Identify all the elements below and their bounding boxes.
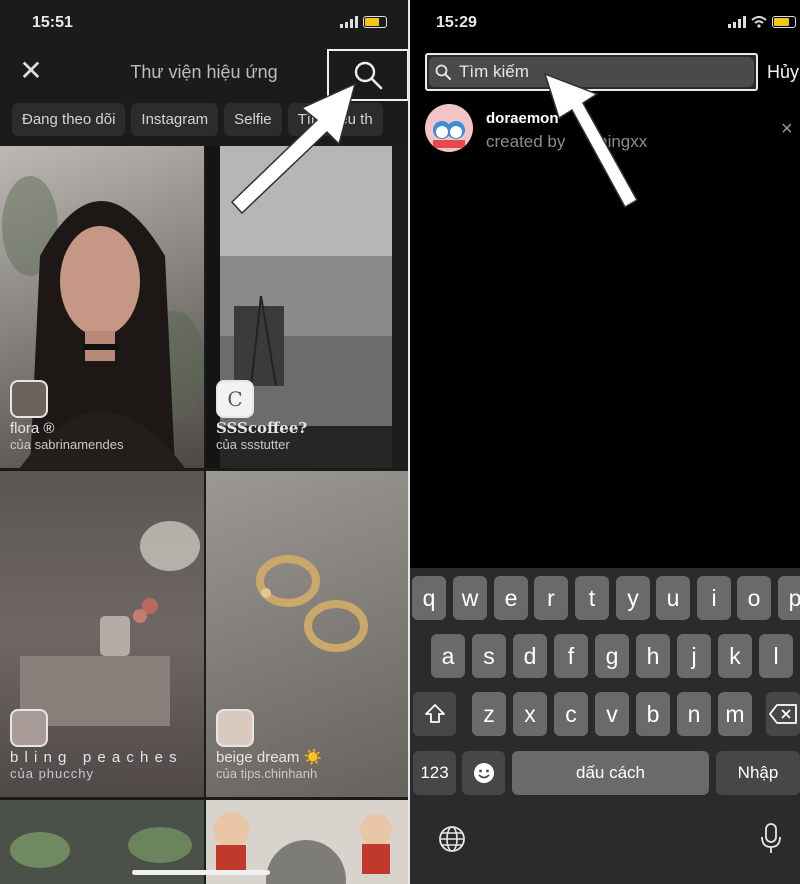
key-b[interactable]: b: [636, 692, 670, 736]
emoji-key[interactable]: [462, 751, 505, 795]
key-f[interactable]: f: [554, 634, 588, 678]
chip-instagram[interactable]: Instagram: [131, 103, 219, 136]
effect-author: của ssstutter: [216, 437, 290, 452]
space-key[interactable]: dấu cách: [512, 751, 709, 795]
key-h[interactable]: h: [636, 634, 670, 678]
key-z[interactable]: z: [472, 692, 506, 736]
effect-name: SSScoffee?: [216, 419, 308, 437]
signal-icon: [728, 16, 746, 28]
effect-name: beige dream ☀️: [216, 749, 323, 766]
effect-tile-flora[interactable]: flora ® của sabrinamendes: [0, 146, 204, 468]
effect-author: của tips.chinhanh: [216, 766, 318, 781]
key-e[interactable]: e: [494, 576, 528, 620]
pointer-arrow-icon: [230, 82, 357, 215]
search-icon: [435, 64, 451, 80]
key-l[interactable]: l: [759, 634, 793, 678]
backspace-icon: [769, 704, 797, 724]
shift-key[interactable]: [413, 692, 456, 736]
effect-name: b l i n g p e a c h e s: [10, 749, 178, 766]
key-v[interactable]: v: [595, 692, 629, 736]
numbers-key[interactable]: 123: [413, 751, 456, 795]
key-t[interactable]: t: [575, 576, 609, 620]
key-c[interactable]: c: [554, 692, 588, 736]
status-icons: [728, 16, 796, 28]
wifi-icon: [751, 16, 767, 28]
home-indicator: [132, 870, 270, 875]
effect-author: của sabrinamendes: [10, 437, 124, 452]
key-j[interactable]: j: [677, 634, 711, 678]
status-bar: 15:29: [410, 0, 800, 46]
key-s[interactable]: s: [472, 634, 506, 678]
effect-tile-bling-peaches[interactable]: b l i n g p e a c h e s của phucchy: [0, 471, 204, 797]
key-k[interactable]: k: [718, 634, 752, 678]
key-a[interactable]: a: [431, 634, 465, 678]
key-p[interactable]: p: [778, 576, 800, 620]
key-q[interactable]: q: [412, 576, 446, 620]
emoji-icon: [473, 763, 494, 783]
effect-icon: C: [216, 380, 254, 418]
left-screen: 15:51 ✕ Thư viện hiệu ứng Đang theo dõi …: [0, 0, 408, 884]
key-y[interactable]: y: [616, 576, 650, 620]
keyboard: q w e r t y u i o p a s d f g h j k l z …: [410, 568, 800, 884]
effect-tile-beige-dream[interactable]: beige dream ☀️ của tips.chinhanh: [206, 471, 408, 797]
key-d[interactable]: d: [513, 634, 547, 678]
status-time: 15:29: [436, 14, 477, 31]
return-key[interactable]: Nhập: [716, 751, 800, 795]
effect-icon: [10, 709, 48, 747]
globe-icon[interactable]: [438, 825, 466, 853]
status-icons: [340, 16, 387, 28]
pointer-arrow-icon: [543, 72, 639, 209]
microphone-icon[interactable]: [760, 823, 782, 855]
key-w[interactable]: w: [453, 576, 487, 620]
key-r[interactable]: r: [534, 576, 568, 620]
shift-icon: [424, 704, 445, 723]
key-u[interactable]: u: [656, 576, 690, 620]
key-n[interactable]: n: [677, 692, 711, 736]
remove-icon[interactable]: ×: [781, 118, 793, 141]
cancel-button[interactable]: Hủy: [767, 62, 799, 83]
key-g[interactable]: g: [595, 634, 629, 678]
battery-icon: [363, 16, 387, 28]
chip-following[interactable]: Đang theo dõi: [12, 103, 126, 136]
key-m[interactable]: m: [718, 692, 752, 736]
key-x[interactable]: x: [513, 692, 547, 736]
signal-icon: [340, 16, 358, 28]
effect-name: flora ®: [10, 420, 55, 437]
effect-icon: [10, 380, 48, 418]
key-o[interactable]: o: [737, 576, 771, 620]
right-screen: 15:29 Hủy d o: [410, 0, 800, 884]
effect-icon: [216, 709, 254, 747]
effect-author: của phucchy: [10, 766, 94, 781]
status-bar: 15:51: [0, 0, 408, 46]
status-time: 15:51: [32, 14, 73, 31]
backspace-key[interactable]: [766, 692, 800, 736]
key-i[interactable]: i: [697, 576, 731, 620]
battery-icon: [772, 16, 796, 28]
avatar: [425, 104, 473, 152]
